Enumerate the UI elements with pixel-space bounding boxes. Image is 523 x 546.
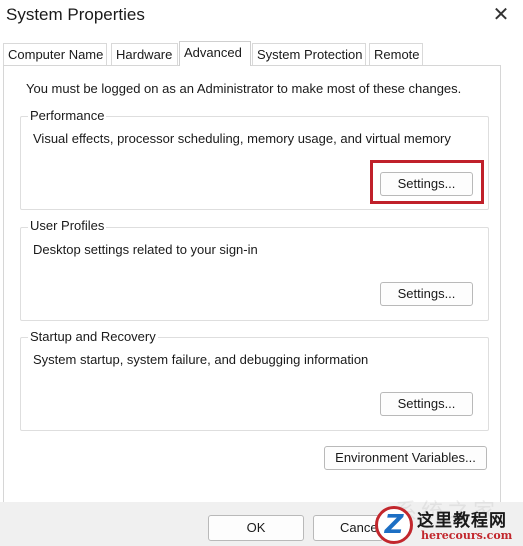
- tab-hardware[interactable]: Hardware: [111, 43, 178, 65]
- performance-settings-highlight: [370, 160, 484, 204]
- watermark-url: herecours.com: [421, 529, 513, 542]
- close-icon[interactable]: ✕: [484, 0, 518, 30]
- tab-remote[interactable]: Remote: [369, 43, 423, 65]
- performance-description: Visual effects, processor scheduling, me…: [33, 131, 451, 146]
- window-title: System Properties: [6, 5, 145, 24]
- watermark-name: 这里教程网: [417, 511, 507, 531]
- watermark-badge-icon: Z: [375, 506, 413, 544]
- tab-strip: Computer Name Hardware Advanced System P…: [0, 41, 523, 66]
- user-profiles-description: Desktop settings related to your sign-in: [33, 242, 258, 257]
- startup-recovery-label: Startup and Recovery: [28, 329, 158, 344]
- performance-label: Performance: [28, 108, 107, 123]
- admin-note: You must be logged on as an Administrato…: [26, 81, 462, 96]
- tab-system-protection[interactable]: System Protection: [252, 43, 366, 65]
- user-profiles-settings-button[interactable]: Settings...: [380, 282, 473, 306]
- watermark-logo-letter: Z: [384, 510, 404, 540]
- ok-button[interactable]: OK: [208, 515, 304, 541]
- watermark-logo: Z 这里教程网 herecours.com: [373, 505, 523, 546]
- system-properties-window: System Properties ✕ Computer Name Hardwa…: [0, 0, 523, 546]
- tab-advanced[interactable]: Advanced: [179, 41, 251, 66]
- startup-recovery-settings-button[interactable]: Settings...: [380, 392, 473, 416]
- user-profiles-label: User Profiles: [28, 218, 107, 233]
- tab-computer-name[interactable]: Computer Name: [3, 43, 107, 65]
- startup-recovery-description: System startup, system failure, and debu…: [33, 352, 369, 367]
- environment-variables-button[interactable]: Environment Variables...: [324, 446, 487, 470]
